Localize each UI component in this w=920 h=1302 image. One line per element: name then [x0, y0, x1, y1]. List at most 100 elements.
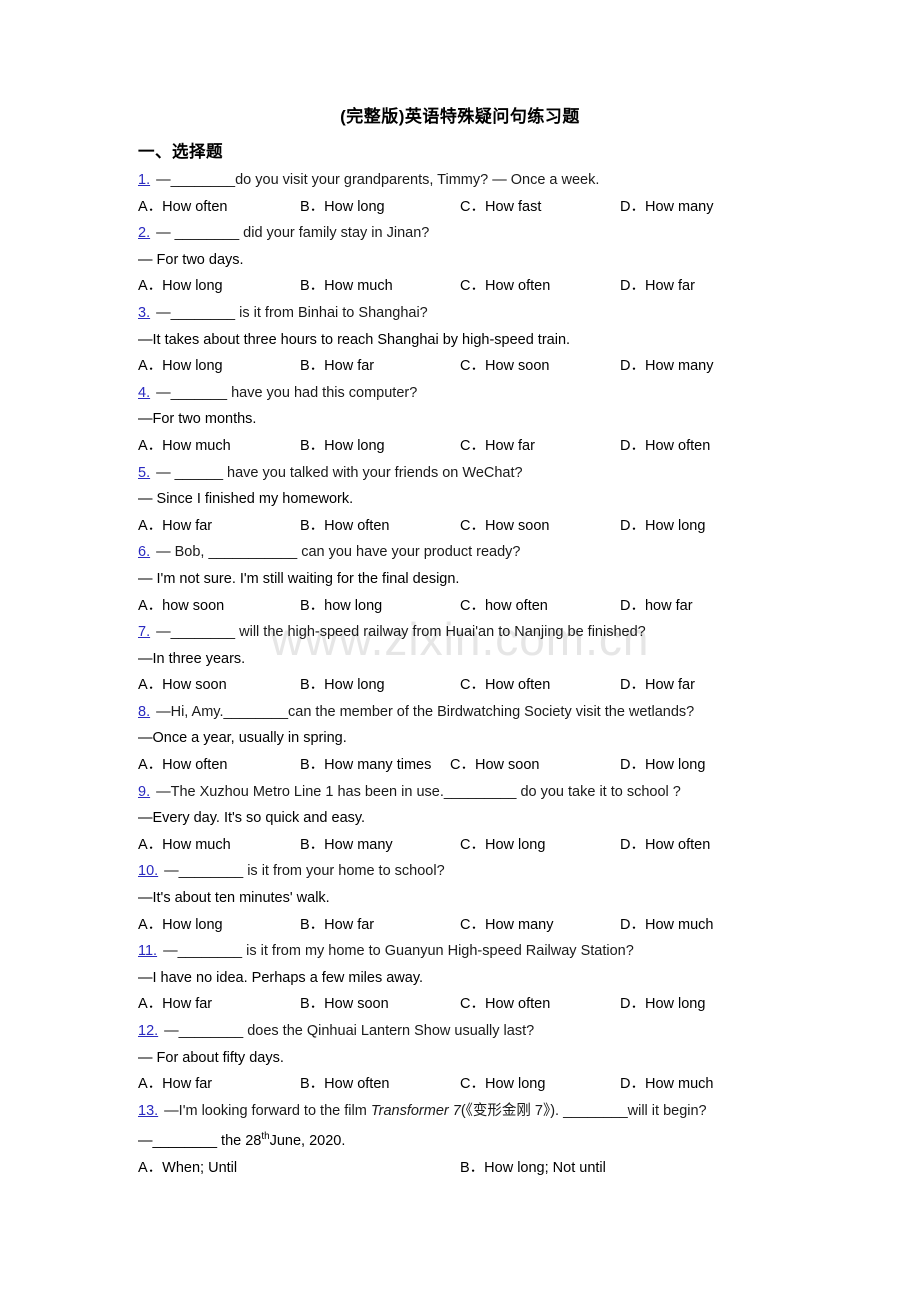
option-d[interactable]: D．How often — [620, 832, 710, 859]
option-row: A．How often B．How long C．How fast D．How … — [138, 194, 840, 221]
question-stem: 10. —________ is it from your home to sch… — [138, 858, 840, 885]
question-reply: — For about fifty days. — [138, 1049, 284, 1066]
option-d[interactable]: D．How many — [620, 353, 713, 380]
option-c[interactable]: C．How often — [460, 672, 550, 699]
option-c[interactable]: C．How fast — [460, 194, 541, 221]
film-title: Transformer 7 — [370, 1102, 461, 1119]
question-number: 11. — [138, 943, 158, 960]
question-text: — ______ have you talked with your frien… — [156, 464, 523, 481]
question-reply: —In three years. — [138, 650, 246, 667]
question-stem: 6. — Bob, ___________ can you have your p… — [138, 539, 840, 566]
question-reply: —For two months. — [138, 411, 257, 428]
question-number: 12. — [138, 1023, 159, 1039]
option-b[interactable]: B．How long — [300, 672, 385, 699]
question-number: 2. — [138, 225, 151, 242]
option-d[interactable]: D．how far — [620, 593, 693, 620]
question-stem: 13. —I'm looking forward to the film Tran… — [138, 1098, 840, 1125]
question-stem: 9. —The Xuzhou Metro Line 1 has been in u… — [138, 779, 840, 806]
question-text: —_______ have you had this computer? — [156, 384, 418, 401]
question-text-post: (《变形金刚 7》). ________will it begin? — [460, 1102, 707, 1119]
option-d[interactable]: D．How far — [620, 273, 695, 300]
option-b[interactable]: B．How long — [300, 194, 385, 221]
option-a[interactable]: A．How much — [138, 433, 231, 460]
question-text: —________ is it from your home to school… — [164, 863, 445, 880]
option-b[interactable]: B．How far — [300, 353, 374, 380]
option-row: A．How soon B．How long C．How often D．How … — [138, 672, 840, 699]
option-row: A．How long B．How far C．How soon D．How ma… — [138, 353, 840, 380]
option-c[interactable]: C．how often — [460, 593, 548, 620]
option-row: A．How often B．How many times C．How soon … — [138, 752, 840, 779]
question-number: 10. — [138, 863, 159, 880]
question-stem: 7. —________ will the high-speed railway … — [138, 619, 840, 646]
option-b[interactable]: B．How many — [300, 832, 393, 859]
ordinal-suffix: th — [261, 1131, 270, 1143]
option-d[interactable]: D．How much — [620, 1071, 713, 1098]
option-b[interactable]: B．How often — [300, 1071, 389, 1098]
option-row: A．how soon B．how long C．how often D．how … — [138, 593, 840, 620]
question-reply: —Once a year, usually in spring. — [138, 730, 347, 747]
option-a[interactable]: A．When; Until — [138, 1155, 237, 1182]
option-d[interactable]: D．How far — [620, 672, 695, 699]
option-b[interactable]: B．How long; Not until — [460, 1155, 606, 1182]
option-c[interactable]: C．How far — [460, 433, 535, 460]
question-number: 5. — [138, 464, 151, 481]
question-number: 6. — [138, 544, 151, 561]
option-b[interactable]: B．How many times — [300, 752, 431, 779]
option-d[interactable]: D．How long — [620, 752, 705, 779]
option-d[interactable]: D．How much — [620, 912, 713, 939]
question-text: —________do you visit your grandparents,… — [156, 172, 600, 188]
question-reply: — I'm not sure. I'm still waiting for th… — [138, 570, 460, 587]
question-reply: —I have no idea. Perhaps a few miles awa… — [138, 969, 424, 986]
option-a[interactable]: A．How far — [138, 991, 212, 1018]
question-stem: 2. — ________ did your family stay in Jin… — [138, 220, 840, 247]
option-d[interactable]: D．How long — [620, 513, 705, 540]
option-c[interactable]: C．How often — [460, 991, 550, 1018]
option-c[interactable]: C．How long — [460, 832, 545, 859]
option-a[interactable]: A．How soon — [138, 672, 227, 699]
option-row: A．How long B．How much C．How often D．How … — [138, 273, 840, 300]
question-stem: 3. —________ is it from Binhai to Shangha… — [138, 300, 840, 327]
option-b[interactable]: B．How far — [300, 912, 374, 939]
option-c[interactable]: C．How often — [460, 273, 550, 300]
option-row: A．How much B．How many C．How long D．How o… — [138, 832, 840, 859]
question-number: 1. — [138, 172, 151, 188]
option-b[interactable]: B．how long — [300, 593, 382, 620]
reply-text-pre: —________ the 28 — [138, 1133, 262, 1150]
option-b[interactable]: B．How soon — [300, 991, 389, 1018]
option-c[interactable]: C．How soon — [460, 513, 549, 540]
question-text-pre: —I'm looking forward to the film — [164, 1102, 371, 1119]
option-row: A．How far B．How often C．How long D．How m… — [138, 1071, 840, 1098]
option-a[interactable]: A．How long — [138, 353, 223, 380]
option-c[interactable]: C．How soon — [450, 752, 539, 779]
question-text: —________ does the Qinhuai Lantern Show … — [164, 1023, 535, 1039]
option-a[interactable]: A．How far — [138, 513, 212, 540]
option-a[interactable]: A．How often — [138, 752, 227, 779]
option-b[interactable]: B．How often — [300, 513, 389, 540]
option-d[interactable]: D．How many — [620, 194, 713, 221]
question-number: 9. — [138, 783, 151, 800]
option-d[interactable]: D．How long — [620, 991, 705, 1018]
option-b[interactable]: B．How much — [300, 273, 393, 300]
option-a[interactable]: A．How much — [138, 832, 231, 859]
option-a[interactable]: A．How often — [138, 194, 227, 221]
option-b[interactable]: B．How long — [300, 433, 385, 460]
option-d[interactable]: D．How often — [620, 433, 710, 460]
question-reply: —________ the 28thJune, 2020. — [138, 1124, 840, 1154]
question-text: —The Xuzhou Metro Line 1 has been in use… — [156, 783, 681, 800]
question-reply: — For two days. — [138, 251, 244, 268]
option-c[interactable]: C．How soon — [460, 353, 549, 380]
option-c[interactable]: C．How many — [460, 912, 553, 939]
option-row: A．How much B．How long C．How far D．How of… — [138, 433, 840, 460]
option-a[interactable]: A．How long — [138, 273, 223, 300]
option-a[interactable]: A．How long — [138, 912, 223, 939]
document-page: www.zixin.com.cn (完整版)英语特殊疑问句练习题 一、选择题 1… — [0, 0, 920, 1302]
question-text: — ________ did your family stay in Jinan… — [156, 225, 430, 242]
option-a[interactable]: A．how soon — [138, 593, 224, 620]
option-c[interactable]: C．How long — [460, 1071, 545, 1098]
question-stem: 8. —Hi, Amy.________can the member of the… — [138, 699, 840, 726]
question-reply: —It takes about three hours to reach Sha… — [138, 331, 571, 348]
question-reply: —Every day. It's so quick and easy. — [138, 810, 366, 827]
option-a[interactable]: A．How far — [138, 1071, 212, 1098]
question-number: 8. — [138, 703, 151, 720]
option-row: A．How long B．How far C．How many D．How mu… — [138, 912, 840, 939]
